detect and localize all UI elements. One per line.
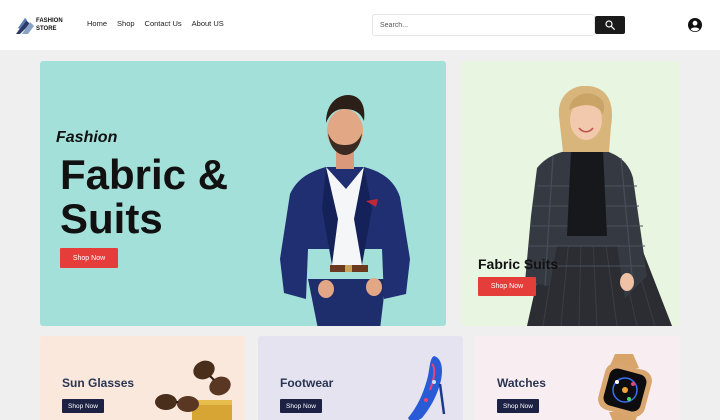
search-icon bbox=[605, 20, 615, 30]
footwear-shop-now-button[interactable]: Shop Now bbox=[280, 399, 322, 413]
category-card-footwear: Footwear Shop Now bbox=[258, 336, 463, 420]
logo-mark-icon bbox=[16, 18, 34, 34]
category-title: Footwear bbox=[280, 376, 334, 390]
smartwatch-image bbox=[598, 354, 652, 420]
side-shop-now-button[interactable]: Shop Now bbox=[478, 277, 536, 296]
search-input[interactable] bbox=[372, 14, 595, 36]
category-card-watches: Watches Shop Now bbox=[475, 336, 680, 420]
sunglasses-image bbox=[155, 360, 232, 420]
watches-shop-now-button[interactable]: Shop Now bbox=[497, 399, 539, 413]
user-circle-icon[interactable] bbox=[688, 18, 702, 32]
side-banner: Fabric Suits Shop Now bbox=[461, 61, 680, 326]
sunglasses-shop-now-button[interactable]: Shop Now bbox=[62, 399, 104, 413]
search-button[interactable] bbox=[595, 16, 625, 34]
top-header: FASHION STORE Home Shop Contact Us About… bbox=[0, 0, 720, 50]
hero-banner: Fashion Fabric & Suits Shop Now bbox=[40, 61, 446, 326]
nav-shop-link[interactable]: Shop bbox=[117, 19, 135, 28]
hero-subtitle: Fashion bbox=[56, 129, 118, 146]
category-title: Watches bbox=[497, 376, 546, 390]
hero-title: Fabric & Suits bbox=[60, 151, 229, 242]
model-man-image bbox=[280, 95, 410, 326]
store-logo[interactable]: FASHION STORE bbox=[16, 15, 64, 37]
category-title: Sun Glasses bbox=[62, 376, 135, 390]
category-card-sunglasses: Sun Glasses Shop Now bbox=[40, 336, 245, 420]
footwear-image bbox=[408, 356, 446, 420]
nav-contact-link[interactable]: Contact Us bbox=[145, 19, 182, 28]
logo-text: FASHION STORE bbox=[36, 18, 63, 32]
nav-about-link[interactable]: About US bbox=[192, 19, 224, 28]
hero-shop-now-button[interactable]: Shop Now bbox=[60, 248, 118, 268]
side-banner-title: Fabric Suits bbox=[478, 256, 559, 272]
main-nav: Home Shop Contact Us About US bbox=[87, 19, 224, 28]
nav-home-link[interactable]: Home bbox=[87, 19, 107, 28]
